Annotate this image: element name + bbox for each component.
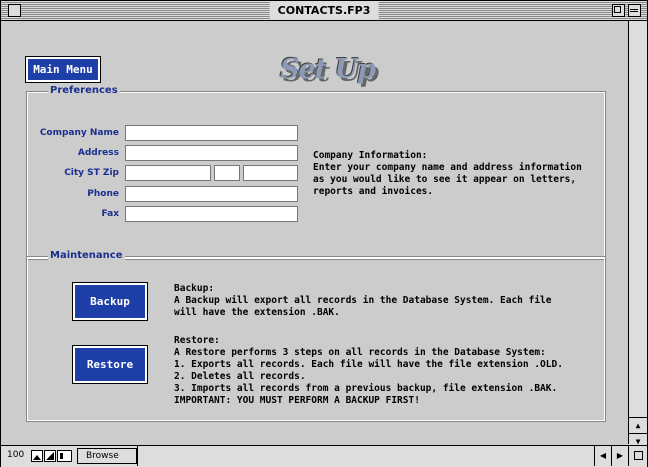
layout-area: Main Menu Set Up Preferences Company Nam… — [1, 21, 627, 445]
page-title: Set Up — [280, 54, 376, 85]
fax-label: Fax — [101, 209, 120, 219]
close-box-icon[interactable] — [8, 4, 21, 17]
backup-description-line: will have the extension .BAK. — [174, 307, 340, 318]
horizontal-scrollbar[interactable] — [137, 446, 594, 466]
zoom-level: 100 — [7, 450, 25, 460]
scroll-right-arrow-icon[interactable]: ▶ — [611, 446, 628, 466]
city-field[interactable] — [125, 165, 211, 181]
title-bar[interactable]: CONTACTS.FP3 — [1, 1, 647, 21]
backup-title: Backup: — [174, 283, 215, 294]
address-label: Address — [77, 148, 119, 158]
zoom-out-icon[interactable] — [31, 450, 43, 462]
city-st-zip-label: City ST Zip — [64, 168, 119, 178]
state-field[interactable] — [214, 165, 240, 181]
scroll-left-arrow-icon[interactable]: ◀ — [594, 446, 611, 466]
address-field[interactable] — [125, 145, 298, 161]
window-title: CONTACTS.FP3 — [269, 2, 379, 20]
company-name-label: Company Name — [39, 128, 119, 138]
restore-description-line: 2. Deletes all records. — [174, 371, 306, 382]
status-area-toggle-icon[interactable] — [57, 450, 72, 462]
restore-button[interactable]: Restore — [72, 345, 148, 384]
restore-title: Restore: — [174, 335, 220, 346]
backup-description-line: A Backup will export all records in the … — [174, 295, 552, 306]
collapse-box-icon[interactable] — [628, 4, 641, 17]
phone-label: Phone — [87, 189, 119, 199]
company-name-field[interactable] — [125, 125, 298, 141]
company-info-line: Enter your company name and address info… — [313, 162, 582, 173]
company-info-line: as you would like to see it appear on le… — [313, 174, 577, 185]
main-menu-button[interactable]: Main Menu — [25, 56, 101, 83]
company-info-title: Company Information: — [313, 150, 428, 161]
resize-grow-icon[interactable] — [628, 446, 647, 466]
zoom-in-icon[interactable] — [44, 450, 56, 462]
fax-field[interactable] — [125, 206, 298, 222]
zip-field[interactable] — [243, 165, 298, 181]
company-info-line: reports and invoices. — [313, 186, 434, 197]
restore-warning: IMPORTANT: YOU MUST PERFORM A BACKUP FIR… — [174, 395, 420, 406]
status-bar: 100 Browse ◀ ▶ — [1, 445, 647, 467]
mode-selector[interactable]: Browse — [77, 448, 137, 464]
restore-description-line: A Restore performs 3 steps on all record… — [174, 347, 546, 358]
phone-field[interactable] — [125, 186, 298, 202]
preferences-group-label: Preferences — [48, 85, 120, 96]
scroll-up-arrow-icon[interactable]: ▲ — [629, 417, 647, 433]
maintenance-group-label: Maintenance — [48, 250, 125, 261]
zoom-box-icon[interactable] — [612, 4, 625, 17]
vertical-scrollbar[interactable]: ▲ ▼ — [628, 21, 647, 449]
filemaker-window: CONTACTS.FP3 Main Menu Set Up Preference… — [0, 0, 648, 467]
backup-button[interactable]: Backup — [72, 282, 148, 321]
restore-description-line: 1. Exports all records. Each file will h… — [174, 359, 563, 370]
restore-description-line: 3. Imports all records from a previous b… — [174, 383, 558, 394]
